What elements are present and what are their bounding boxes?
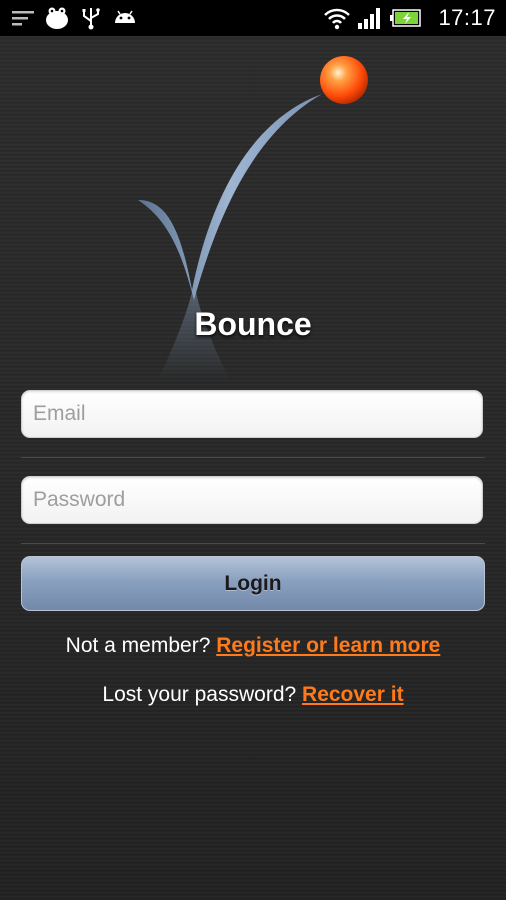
status-icons-right: 17:17 — [322, 4, 496, 32]
register-link[interactable]: Register or learn more — [216, 634, 440, 657]
app-title: Bounce — [194, 306, 312, 342]
lost-password-prompt: Lost your password? — [102, 683, 297, 706]
usb-icon — [78, 5, 104, 31]
divider — [21, 543, 485, 544]
android-icon — [112, 5, 138, 31]
member-prompt: Not a member? — [65, 634, 211, 657]
register-line: Not a member? Register or learn more — [0, 634, 506, 658]
app-notification-icon — [44, 5, 70, 31]
status-icons-left — [10, 4, 138, 32]
battery-charging-icon — [390, 5, 424, 31]
divider — [21, 457, 485, 458]
password-field-container — [21, 476, 483, 524]
menu-icon — [10, 5, 36, 31]
status-clock: 17:17 — [438, 5, 496, 30]
email-field-container — [21, 390, 483, 438]
email-field[interactable] — [22, 391, 482, 437]
recover-link[interactable]: Recover it — [302, 683, 404, 706]
password-field[interactable] — [22, 477, 482, 523]
login-button[interactable]: Login — [21, 556, 485, 611]
signal-icon — [356, 5, 382, 31]
recover-line: Lost your password? Recover it — [0, 683, 506, 707]
wifi-icon — [322, 5, 351, 31]
status-bar: 17:17 — [0, 0, 506, 36]
